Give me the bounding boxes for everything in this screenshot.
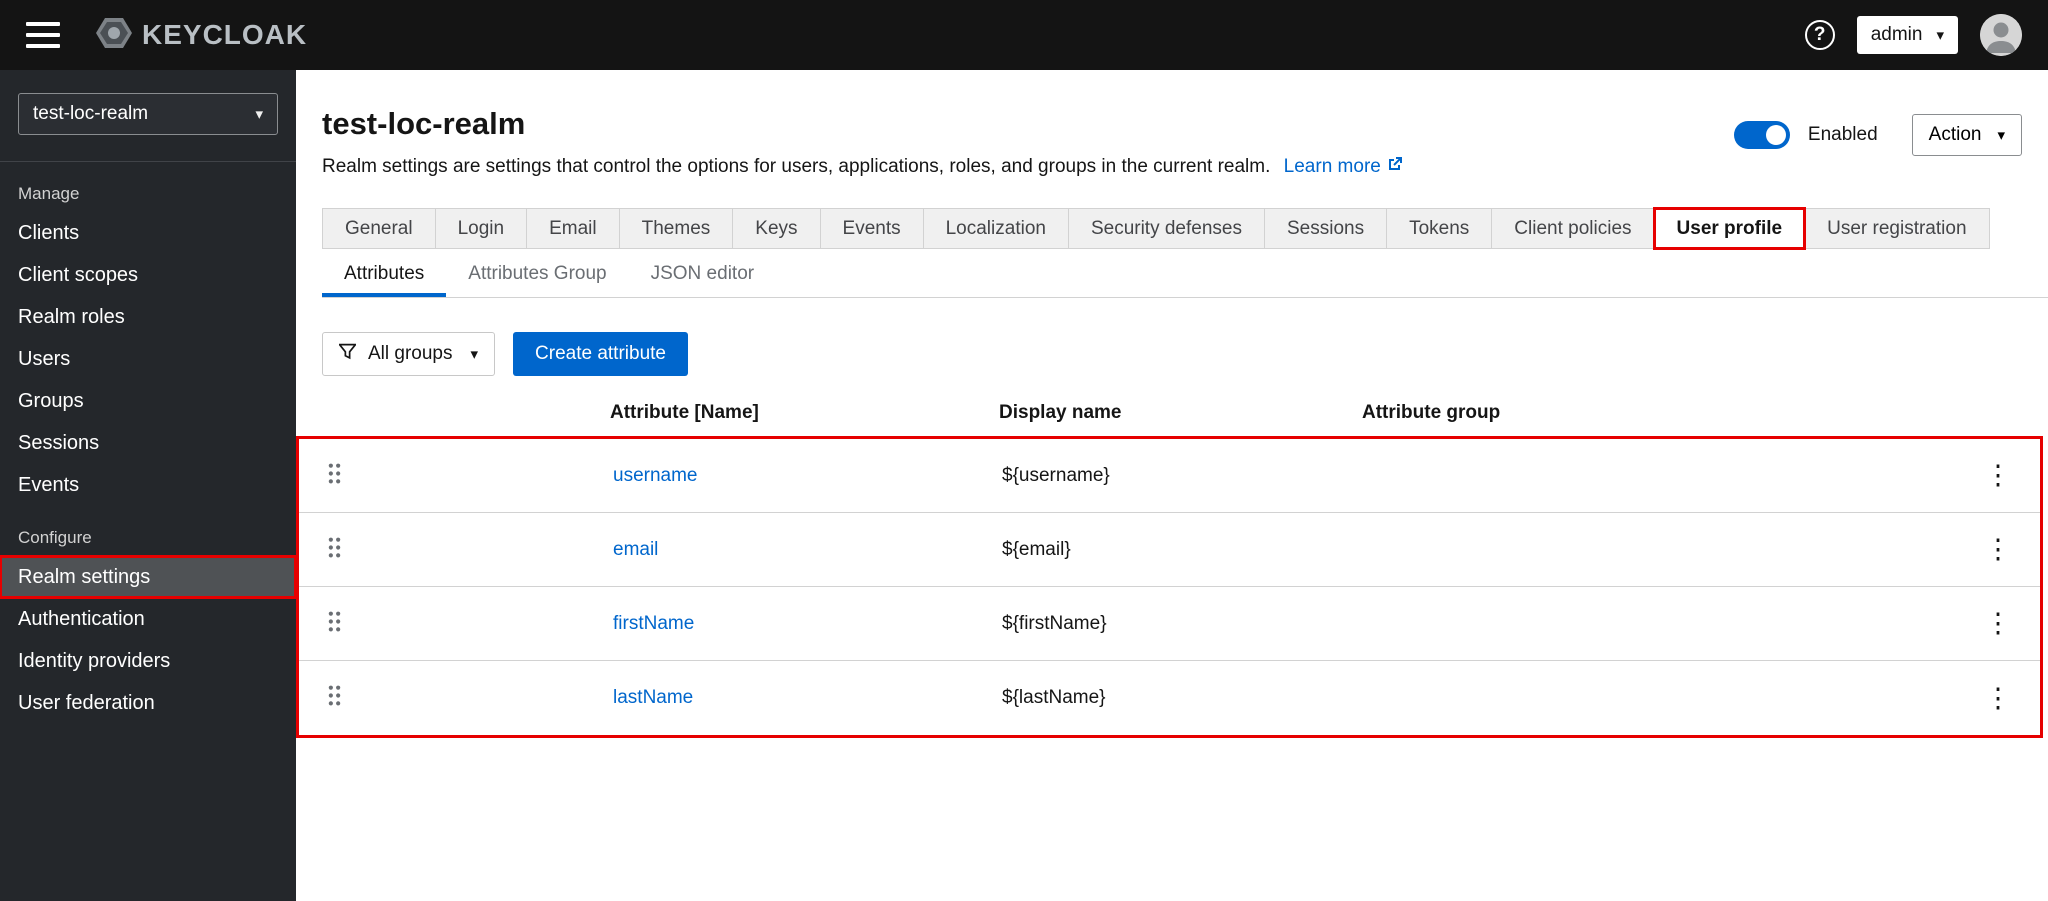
topbar: KEYCLOAK ? admin ▾ xyxy=(0,0,2048,70)
keycloak-admin-console: KEYCLOAK ? admin ▾ test-loc-realm ▾ Mana… xyxy=(0,0,2048,901)
subtab-json-editor[interactable]: JSON editor xyxy=(629,251,776,297)
display-name-cell: ${firstName} xyxy=(1002,612,1107,634)
attribute-name-link[interactable]: username xyxy=(613,465,698,486)
topbar-right: ? admin ▾ xyxy=(1804,14,2022,56)
tab-email[interactable]: Email xyxy=(526,208,620,249)
drag-handle-icon[interactable] xyxy=(327,610,342,633)
display-name-cell: ${lastName} xyxy=(1002,687,1106,708)
action-label: Action xyxy=(1928,124,1982,145)
chevron-down-icon: ▾ xyxy=(255,106,263,123)
sidebar-item-client-scopes[interactable]: Client scopes xyxy=(0,254,296,296)
display-name-cell: ${username} xyxy=(1002,464,1110,486)
realm-settings-tabs: General Login Email Themes Keys Events L… xyxy=(322,207,2048,250)
tab-security-defenses[interactable]: Security defenses xyxy=(1067,208,1265,249)
create-attribute-button[interactable]: Create attribute xyxy=(513,332,688,376)
sidebar-item-authentication[interactable]: Authentication xyxy=(0,598,296,640)
attribute-name-link[interactable]: email xyxy=(613,539,658,560)
sidebar-divider xyxy=(0,161,296,162)
drag-handle-icon[interactable] xyxy=(327,684,342,707)
external-link-icon xyxy=(1387,156,1403,178)
sidebar-item-identity-providers[interactable]: Identity providers xyxy=(0,640,296,682)
drag-handle-icon[interactable] xyxy=(327,536,342,559)
hamburger-menu-icon[interactable] xyxy=(26,22,60,48)
column-attribute-name: Attribute [Name] xyxy=(610,402,759,423)
tab-login[interactable]: Login xyxy=(434,208,528,249)
column-display-name: Display name xyxy=(999,402,1122,423)
kebab-menu-icon[interactable]: ⋮ xyxy=(1975,679,2022,718)
group-filter-label: All groups xyxy=(368,343,453,364)
realm-selector-dropdown[interactable]: test-loc-realm ▾ xyxy=(18,93,278,135)
brand-text: KEYCLOAK xyxy=(142,19,308,50)
table-row: firstName ${firstName} ⋮ xyxy=(299,587,2040,661)
subtab-attributes[interactable]: Attributes xyxy=(322,251,446,297)
sidebar-item-events[interactable]: Events xyxy=(0,464,296,506)
tab-keys[interactable]: Keys xyxy=(732,208,821,249)
kebab-menu-icon[interactable]: ⋮ xyxy=(1975,530,2022,569)
nav-list-manage: Clients Client scopes Realm roles Users … xyxy=(0,212,296,506)
tab-localization[interactable]: Localization xyxy=(922,208,1069,249)
tab-user-registration[interactable]: User registration xyxy=(1804,208,1990,249)
column-attribute-group: Attribute group xyxy=(1362,402,1501,423)
sidebar-item-groups[interactable]: Groups xyxy=(0,380,296,422)
page-description: Realm settings are settings that control… xyxy=(322,156,1403,178)
table-row: username ${username} ⋮ xyxy=(299,439,2040,513)
page-header-left: test-loc-realm Realm settings are settin… xyxy=(322,106,1403,178)
avatar[interactable] xyxy=(1980,14,2022,56)
action-dropdown[interactable]: Action ▾ xyxy=(1911,114,2022,156)
help-icon[interactable]: ? xyxy=(1804,20,1835,50)
sidebar: test-loc-realm ▾ Manage Clients Client s… xyxy=(0,70,297,901)
username-label: admin xyxy=(1870,24,1923,45)
attributes-table: Attribute [Name] Display name Attribute … xyxy=(296,390,2048,738)
drag-handle-icon[interactable] xyxy=(327,462,342,485)
page-title: test-loc-realm xyxy=(322,106,526,141)
chevron-down-icon: ▾ xyxy=(1936,27,1944,44)
display-name-cell: ${email} xyxy=(1002,538,1071,560)
sidebar-item-realm-settings[interactable]: Realm settings xyxy=(0,555,297,599)
rows-annotation-box: username ${username} ⋮ email ${email} ⋮ … xyxy=(296,436,2043,738)
filter-icon xyxy=(337,343,358,366)
attribute-name-link[interactable]: firstName xyxy=(613,613,694,634)
learn-more-label: Learn more xyxy=(1283,156,1381,177)
table-header: Attribute [Name] Display name Attribute … xyxy=(296,390,2048,436)
attributes-toolbar: All groups ▾ Create attribute xyxy=(322,332,2022,376)
tab-sessions[interactable]: Sessions xyxy=(1263,208,1388,249)
realm-selector-label: test-loc-realm xyxy=(33,103,149,124)
table-row: lastName ${lastName} ⋮ xyxy=(299,661,2040,735)
learn-more-link[interactable]: Learn more xyxy=(1284,156,1403,178)
enabled-toggle[interactable] xyxy=(1733,121,1790,149)
nav-section-manage: Manage xyxy=(18,184,80,203)
main-layout: test-loc-realm ▾ Manage Clients Client s… xyxy=(0,70,2048,901)
nav-section-configure: Configure xyxy=(18,528,92,547)
sidebar-item-clients[interactable]: Clients xyxy=(0,212,296,254)
chevron-down-icon: ▾ xyxy=(470,346,479,363)
content: test-loc-realm Realm settings are settin… xyxy=(296,70,2048,901)
sidebar-item-realm-roles[interactable]: Realm roles xyxy=(0,296,296,338)
sidebar-item-sessions[interactable]: Sessions xyxy=(0,422,296,464)
chevron-down-icon: ▾ xyxy=(1997,127,2005,144)
user-menu-dropdown[interactable]: admin ▾ xyxy=(1856,16,1958,54)
kebab-menu-icon[interactable]: ⋮ xyxy=(1975,604,2022,643)
enabled-label: Enabled xyxy=(1807,124,1878,145)
tab-themes[interactable]: Themes xyxy=(618,208,734,249)
table-row: email ${email} ⋮ xyxy=(299,513,2040,587)
sidebar-item-user-federation[interactable]: User federation xyxy=(0,682,296,724)
page-header-controls: Enabled Action ▾ xyxy=(1733,114,2022,156)
tab-user-profile[interactable]: User profile xyxy=(1652,207,1807,250)
page-header: test-loc-realm Realm settings are settin… xyxy=(296,70,2048,178)
tab-events[interactable]: Events xyxy=(819,208,924,249)
user-profile-subtabs: Attributes Attributes Group JSON editor xyxy=(322,251,2048,298)
tab-general[interactable]: General xyxy=(322,208,436,249)
page-description-text: Realm settings are settings that control… xyxy=(322,156,1271,177)
group-filter-dropdown[interactable]: All groups ▾ xyxy=(322,332,496,376)
nav-list-configure: Realm settings Authentication Identity p… xyxy=(0,555,297,724)
keycloak-logo-icon xyxy=(96,15,132,56)
tab-tokens[interactable]: Tokens xyxy=(1386,208,1493,249)
keycloak-logo[interactable]: KEYCLOAK xyxy=(96,15,307,56)
sidebar-item-users[interactable]: Users xyxy=(0,338,296,380)
tab-client-policies[interactable]: Client policies xyxy=(1491,208,1655,249)
kebab-menu-icon[interactable]: ⋮ xyxy=(1975,456,2022,495)
subtab-attributes-group[interactable]: Attributes Group xyxy=(446,251,628,297)
attribute-name-link[interactable]: lastName xyxy=(613,687,693,708)
